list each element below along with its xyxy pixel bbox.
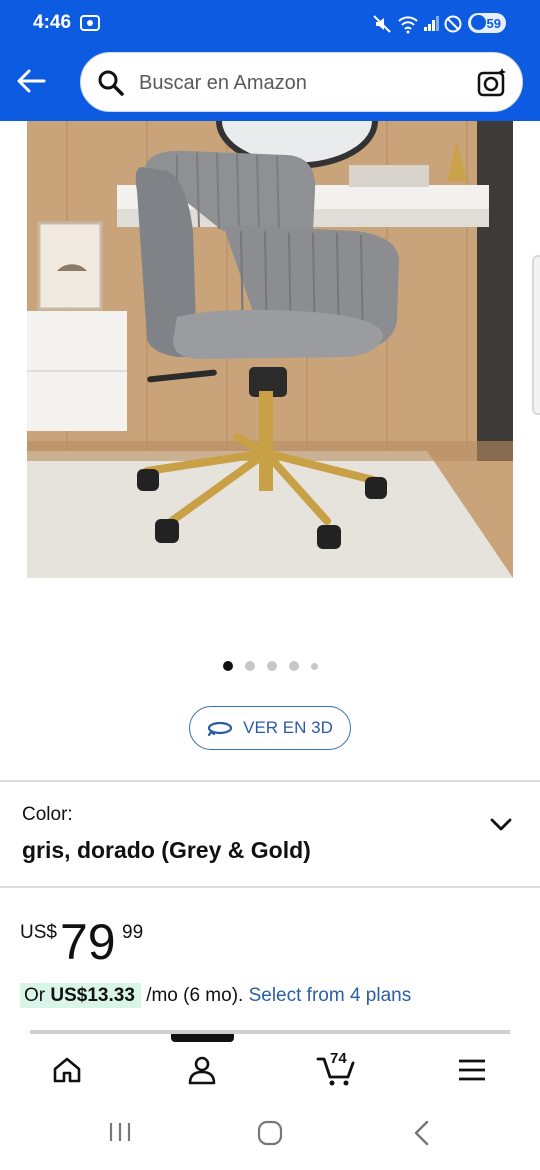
color-selector[interactable]: Color: gris, dorado (Grey & Gold) xyxy=(0,784,540,886)
installment-amount: US$13.33 xyxy=(50,985,135,1006)
status-bar: 4:46 59 xyxy=(0,0,540,48)
home-icon[interactable] xyxy=(47,1050,87,1090)
next-image-peek[interactable] xyxy=(532,255,540,415)
search-box[interactable] xyxy=(80,52,523,112)
installment-offer: Or US$13.33 /mo (6 mo). Select from 4 pl… xyxy=(20,983,412,1013)
back-arrow-icon[interactable] xyxy=(14,66,48,96)
view-in-3d-label: VER EN 3D xyxy=(243,718,333,737)
installment-terms: /mo (6 mo). xyxy=(146,985,244,1006)
pagination-dot xyxy=(266,661,277,671)
color-value: gris, dorado (Grey & Gold) xyxy=(22,837,311,863)
search-icon xyxy=(97,69,125,102)
chevron-down-icon[interactable] xyxy=(490,818,512,837)
home-button-icon[interactable] xyxy=(257,1120,283,1151)
recent-apps-icon[interactable] xyxy=(108,1120,132,1149)
bottom-nav: 74 xyxy=(0,1042,540,1098)
account-icon[interactable] xyxy=(182,1050,222,1090)
pagination-dot xyxy=(310,662,318,670)
image-gallery[interactable] xyxy=(0,121,540,641)
menu-icon[interactable] xyxy=(452,1050,492,1090)
product-image[interactable] xyxy=(27,121,513,578)
back-button-icon[interactable] xyxy=(412,1120,430,1151)
mute-icon xyxy=(372,14,392,39)
installment-highlight: Or US$13.33 xyxy=(20,983,141,1008)
battery-level: 59 xyxy=(486,15,501,31)
color-label: Color: xyxy=(22,804,73,825)
divider xyxy=(0,780,540,782)
image-pagination xyxy=(0,660,540,672)
content-edge xyxy=(30,1030,510,1034)
rotate-3d-icon xyxy=(208,721,233,737)
price-whole: 79 xyxy=(60,914,116,970)
select-plans-link[interactable]: Select from 4 plans xyxy=(249,985,412,1006)
camera-search-icon[interactable] xyxy=(476,67,508,104)
signal-icon xyxy=(423,14,441,37)
pagination-dot xyxy=(222,661,233,671)
wifi-icon xyxy=(397,14,419,39)
battery-icon: 59 xyxy=(468,13,506,33)
search-header xyxy=(0,48,540,121)
installment-prefix: Or xyxy=(24,985,46,1006)
search-input[interactable] xyxy=(139,67,459,99)
active-tab-indicator xyxy=(171,1034,234,1042)
pagination-dot xyxy=(288,661,299,671)
price-fraction: 99 xyxy=(122,922,144,943)
screenshot-icon xyxy=(80,14,100,37)
system-nav-bar xyxy=(0,1098,540,1170)
charging-bolt-icon xyxy=(471,15,486,30)
status-time: 4:46 xyxy=(33,12,72,33)
view-in-3d-button[interactable]: VER EN 3D xyxy=(189,706,351,750)
divider xyxy=(0,886,540,888)
cart-count: 74 xyxy=(330,1050,347,1067)
dnd-icon xyxy=(443,14,463,39)
price-currency: US$ xyxy=(20,922,57,943)
pagination-dot xyxy=(244,661,255,671)
